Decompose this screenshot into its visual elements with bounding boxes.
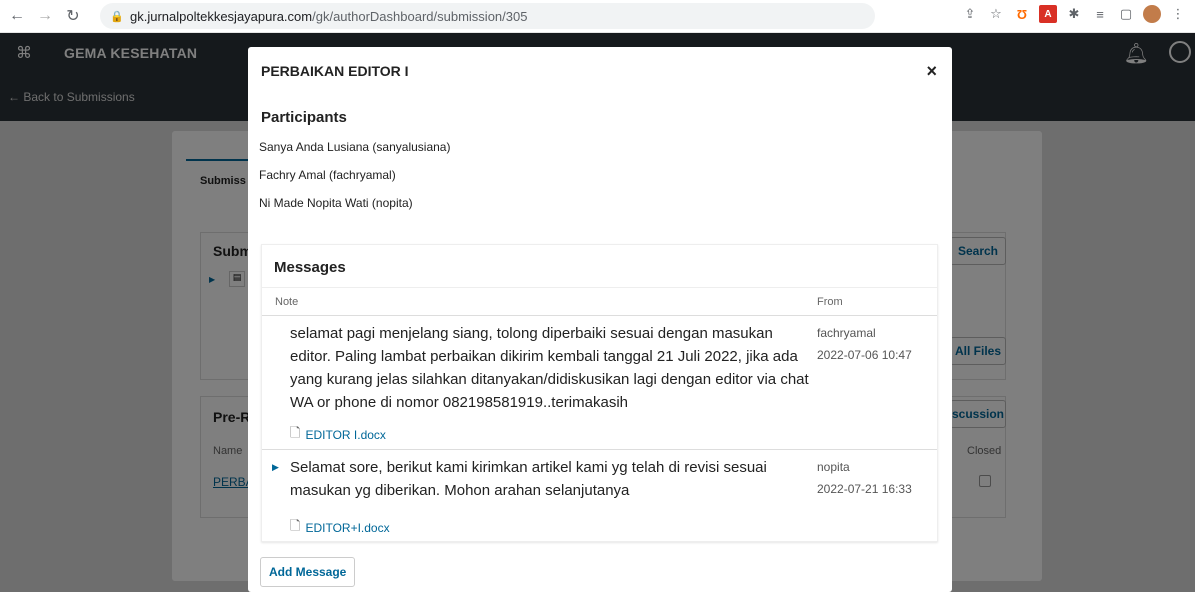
address-bar[interactable]: 🔒 gk.jurnalpoltekkesjayapura.com/gk/auth… (100, 3, 875, 29)
add-message-button[interactable]: Add Message (260, 557, 356, 587)
attachment-link[interactable]: 🗋 EDITOR I.docx (290, 424, 386, 446)
col-note-header: Note (275, 296, 299, 308)
attachment-name: EDITOR+I.docx (305, 521, 390, 535)
menu-kebab-icon[interactable]: ⋮ (1169, 5, 1187, 23)
message-text: Selamat sore, berikut kami kirimkan arti… (290, 459, 767, 499)
participants-heading: Participants (261, 109, 347, 126)
message-date: 2022-07-06 10:47 (817, 348, 912, 362)
reading-list-icon[interactable]: ≡ (1091, 5, 1109, 23)
attachment-link[interactable]: 🗋 EDITOR+I.docx (290, 517, 390, 539)
pdf-extension-icon[interactable]: A (1039, 5, 1057, 23)
discussion-modal: PERBAIKAN EDITOR I × Participants Sanya … (248, 47, 952, 592)
extension-icon[interactable]: Ʊ (1013, 5, 1031, 23)
close-icon[interactable]: × (926, 61, 937, 82)
attachment-name: EDITOR I.docx (305, 428, 386, 442)
message-row[interactable]: selamat pagi menjelang siang, tolong dip… (262, 316, 937, 450)
profile-avatar[interactable] (1143, 5, 1161, 23)
modal-title: PERBAIKAN EDITOR I (261, 63, 409, 79)
url-path: /gk/authorDashboard/submission/305 (312, 8, 528, 24)
messages-heading: Messages (262, 245, 937, 288)
side-panel-icon[interactable]: ▢ (1117, 5, 1135, 23)
expand-caret-icon[interactable]: ▶ (272, 462, 279, 473)
file-icon: 🗋 (290, 425, 301, 440)
file-icon: 🗋 (290, 518, 301, 533)
reload-icon[interactable]: ↻ (62, 5, 84, 27)
back-arrow-icon[interactable]: ← (6, 5, 28, 27)
participant-item: Fachry Amal (fachryamal) (259, 168, 396, 182)
forward-arrow-icon[interactable]: → (34, 5, 56, 27)
message-author: fachryamal (817, 326, 876, 340)
lock-icon: 🔒 (110, 10, 124, 23)
messages-panel: Messages Note From selamat pagi menjelan… (261, 244, 938, 542)
browser-toolbar: ← → ↻ 🔒 gk.jurnalpoltekkesjayapura.com/g… (0, 0, 1195, 33)
participant-item: Ni Made Nopita Wati (nopita) (259, 196, 413, 210)
bookmark-star-icon[interactable]: ☆ (987, 5, 1005, 23)
messages-column-header: Note From (262, 288, 937, 316)
url-host: gk.jurnalpoltekkesjayapura.com (130, 8, 313, 24)
message-date: 2022-07-21 16:33 (817, 482, 912, 496)
participant-item: Sanya Anda Lusiana (sanyalusiana) (259, 140, 451, 154)
message-row[interactable]: ▶ Selamat sore, berikut kami kirimkan ar… (262, 450, 937, 541)
message-text: selamat pagi menjelang siang, tolong dip… (290, 325, 809, 411)
col-from-header: From (817, 296, 843, 308)
puzzle-icon[interactable]: ✱ (1065, 5, 1083, 23)
share-icon[interactable]: ⇪ (961, 5, 979, 23)
message-author: nopita (817, 460, 850, 474)
